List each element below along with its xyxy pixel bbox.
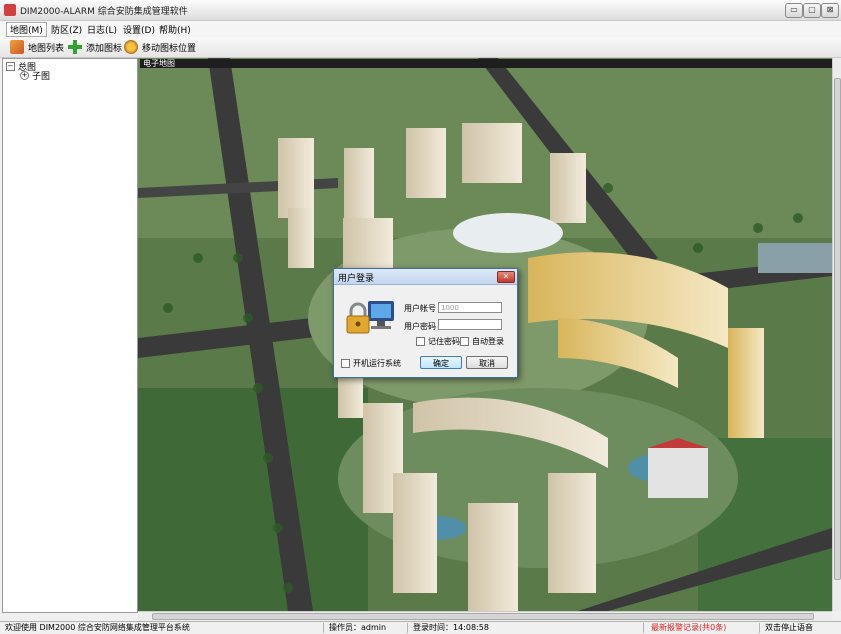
startup-checkbox[interactable]: 开机运行系统 (341, 358, 401, 369)
status-welcome: 欢迎使用 DIM2000 综合安防网络集成管理平台系统 (2, 623, 324, 633)
horizontal-scroll-thumb[interactable] (152, 613, 814, 620)
vertical-scroll-thumb[interactable] (834, 78, 841, 580)
password-input[interactable] (438, 319, 502, 330)
startup-label: 开机运行系统 (353, 359, 401, 368)
dialog-title-bar: 用户登录 ✕ (334, 269, 517, 285)
dialog-title: 用户登录 (338, 274, 375, 284)
move-icon (124, 40, 138, 54)
expand-icon[interactable]: + (20, 71, 29, 80)
collapse-icon[interactable]: − (6, 62, 15, 71)
app-icon (4, 4, 16, 16)
remember-checkbox-box[interactable] (416, 337, 425, 346)
window-title: DIM2000-ALARM 综合安防集成管理软件 (20, 7, 188, 17)
startup-checkbox-box[interactable] (341, 359, 350, 368)
auto-login-checkbox[interactable]: 自动登录 (460, 336, 504, 347)
tree-child-label: 子图 (32, 72, 51, 82)
vertical-scrollbar[interactable] (832, 58, 841, 611)
status-alarm-record[interactable]: 最新报警记录(共0条) (648, 623, 760, 633)
maximize-button[interactable]: ▢ (803, 3, 821, 18)
map-list-label: 地图列表 (28, 43, 65, 54)
map-list-icon (10, 40, 24, 54)
status-bar: 欢迎使用 DIM2000 综合安防网络集成管理平台系统 操作员：admin 登录… (0, 621, 841, 634)
lock-computer-icon (346, 301, 394, 334)
user-account-label: 用户帐号 (404, 304, 436, 313)
dialog-close-button[interactable]: ✕ (497, 271, 515, 283)
horizontal-scrollbar[interactable] (138, 611, 832, 621)
plus-icon (68, 40, 82, 54)
remember-password-label: 记住密码 (428, 337, 460, 346)
toolbar: 地图列表 添加图标 移动图标位置 (0, 37, 841, 58)
menu-zone[interactable]: 防区(Z) (48, 23, 85, 36)
menu-settings[interactable]: 设置(D) (120, 23, 158, 36)
auto-login-checkbox-box[interactable] (460, 337, 469, 346)
remember-password-checkbox[interactable]: 记住密码 (416, 336, 460, 347)
title-bar: DIM2000-ALARM 综合安防集成管理软件 ▭ ▢ ⊠ (0, 0, 841, 21)
add-icon-button[interactable]: 添加图标 (68, 39, 122, 55)
close-window-button[interactable]: ⊠ (821, 3, 839, 18)
move-icon-label: 移动图标位置 (142, 43, 197, 54)
map-title-label: 电子地图 (140, 59, 834, 68)
password-label: 用户密码 (404, 322, 436, 331)
tree-node-child[interactable]: + 子图 (20, 69, 50, 82)
minimize-button[interactable]: ▭ (785, 3, 803, 18)
status-stop-sound[interactable]: 双击停止语音 (762, 623, 839, 633)
login-dialog: 用户登录 ✕ 用户帐号 1000 用户密码 记住密码 自动登录 开机运行系统 确… (333, 268, 518, 378)
user-account-input[interactable]: 1000 (438, 302, 502, 313)
status-operator: 操作员：admin (326, 623, 408, 633)
move-icon-button[interactable]: 移动图标位置 (124, 39, 196, 55)
map-list-button[interactable]: 地图列表 (10, 39, 64, 55)
menu-help[interactable]: 帮助(H) (156, 23, 194, 36)
auto-login-label: 自动登录 (472, 337, 504, 346)
add-icon-label: 添加图标 (86, 43, 123, 54)
ok-button[interactable]: 确定 (420, 356, 462, 369)
menu-log[interactable]: 日志(L) (84, 23, 120, 36)
status-login-time: 登录时间：14:08:58 (410, 623, 644, 633)
menu-map[interactable]: 地图(M) (6, 22, 47, 37)
map-tree-panel: − 总图 + 子图 (2, 58, 138, 613)
menu-bar: 地图(M) 防区(Z) 日志(L) 设置(D) 帮助(H) (0, 21, 841, 37)
cancel-button[interactable]: 取消 (466, 356, 508, 369)
